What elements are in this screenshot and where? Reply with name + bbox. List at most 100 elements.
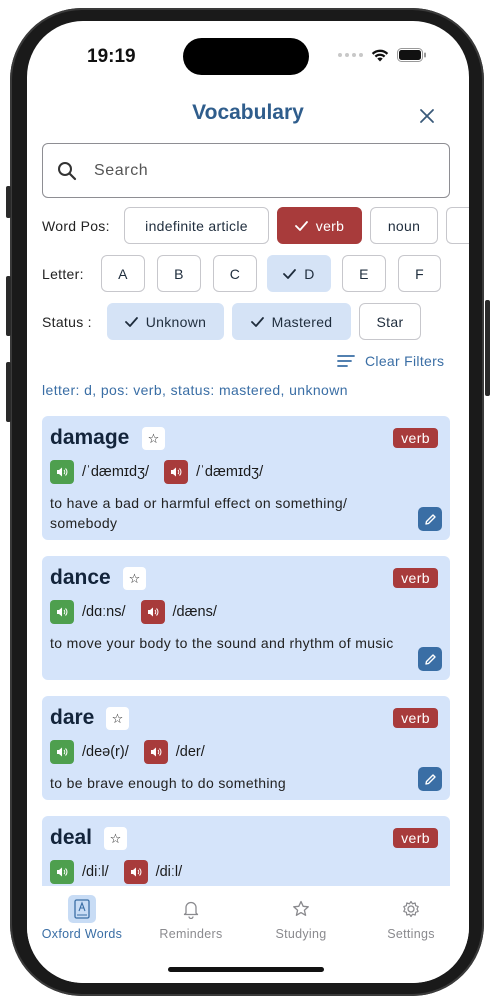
volume-down-button [6,362,11,422]
definition: to be brave enough to do something [50,775,287,791]
home-indicator [168,967,324,972]
page-title: Vocabulary [192,101,304,124]
word-card[interactable]: damage ☆ verb /ˈdæmɪdʒ/ /ˈdæmɪdʒ/ to hav… [42,416,450,540]
wifi-icon [371,49,389,62]
dynamic-island [183,38,309,75]
tab-studying[interactable]: Studying [246,895,356,941]
letter-chip-c[interactable]: C [213,255,257,292]
status-filter-row: Status : Unknown Mastered Star [42,303,452,341]
tab-label: Settings [387,927,435,941]
search-input[interactable] [94,161,394,180]
word-card[interactable]: dance ☆ verb /dɑːns/ /dæns/ to move your… [42,556,450,680]
us-phonetic: /der/ [175,744,205,760]
pos-badge: verb [393,568,438,588]
status-chip-unknown[interactable]: Unknown [107,303,224,340]
uk-speaker-icon[interactable] [50,460,74,484]
word-title: dance [50,566,111,589]
word-title: deal [50,826,93,849]
letter-chip-a[interactable]: A [101,255,145,292]
tab-oxford-words[interactable]: Oxford Words [27,895,137,941]
status-chip-mastered[interactable]: Mastered [232,303,351,340]
chip-label: A [118,265,128,282]
phonetics-row: /dɑːns/ /dæns/ [50,600,217,624]
uk-phonetic: /deə(r)/ [82,744,129,760]
word-card[interactable]: deal ☆ verb /diːl/ /diːl/ [42,816,450,886]
chip-label: Unknown [145,313,207,330]
checkmark-icon [250,316,264,327]
pos-filter-label: Word Pos: [42,218,110,234]
pos-chip-verb[interactable]: verb [277,207,362,244]
cellular-signal-icon [338,53,363,57]
letter-chip-b[interactable]: B [157,255,201,292]
uk-phonetic: /diːl/ [82,864,109,880]
clear-filters-button[interactable]: Clear Filters [337,353,444,369]
phonetics-row: /deə(r)/ /der/ [50,740,205,764]
star-toggle-icon[interactable]: ☆ [142,427,165,450]
pos-chip-overflow[interactable] [446,207,469,244]
star-icon [287,895,315,923]
volume-up-button [6,276,11,336]
status-chip-star[interactable]: Star [359,303,421,340]
checkmark-icon [294,220,308,231]
close-icon[interactable] [416,105,438,127]
uk-speaker-icon[interactable] [50,860,74,884]
tab-label: Studying [275,927,327,941]
chip-label: noun [387,217,421,234]
app-screen: 19:19 Vocabulary Word Pos: [27,21,469,983]
search-field[interactable] [42,143,450,198]
pos-chip-noun[interactable]: noun [370,207,438,244]
pos-badge: verb [393,428,438,448]
chip-label: D [304,265,315,282]
us-speaker-icon[interactable] [123,860,148,884]
phonetics-row: /ˈdæmɪdʒ/ /ˈdæmɪdʒ/ [50,460,263,484]
chip-label: E [359,265,369,282]
star-toggle-icon[interactable]: ☆ [106,707,129,730]
edit-pencil-icon[interactable] [418,647,442,671]
chip-label: indefinite article [145,217,248,234]
word-title: damage [50,426,130,449]
pos-chip-indefinite-article[interactable]: indefinite article [124,207,269,244]
tab-label: Oxford Words [41,927,123,941]
us-speaker-icon[interactable] [164,460,189,484]
word-list[interactable]: damage ☆ verb /ˈdæmɪdʒ/ /ˈdæmɪdʒ/ to hav… [42,416,450,886]
checkmark-icon [124,316,138,327]
phonetics-row: /diːl/ /diːl/ [50,860,182,884]
checkmark-icon [283,268,297,279]
tab-settings[interactable]: Settings [356,895,466,941]
active-filters-summary: letter: d, pos: verb, status: mastered, … [42,382,348,398]
pos-badge: verb [393,708,438,728]
battery-icon [397,48,426,62]
uk-phonetic: /ˈdæmɪdʒ/ [82,464,150,480]
gear-icon [397,895,425,923]
uk-speaker-icon[interactable] [50,740,74,764]
definition: to have a bad or harmful effect on somet… [50,495,348,531]
us-speaker-icon[interactable] [140,600,165,624]
letter-chip-e[interactable]: E [342,255,386,292]
chip-label: C [229,265,241,282]
edit-pencil-icon[interactable] [418,767,442,791]
power-button [485,300,490,396]
chip-label: Star [376,313,404,330]
letter-chip-d[interactable]: D [267,255,331,292]
uk-speaker-icon[interactable] [50,600,74,624]
search-icon [58,161,77,180]
word-card[interactable]: dare ☆ verb /deə(r)/ /der/ to be brave e… [42,696,450,800]
status-icons [338,48,427,62]
status-filter-label: Status : [42,314,92,330]
chip-label: Mastered [271,313,333,330]
pos-badge: verb [393,828,438,848]
book-icon [68,895,96,923]
star-toggle-icon[interactable]: ☆ [123,567,146,590]
uk-phonetic: /dɑːns/ [82,604,126,620]
star-toggle-icon[interactable]: ☆ [104,827,127,850]
pos-filter-row: Word Pos: indefinite article verb noun [42,207,469,245]
word-title: dare [50,706,95,729]
tab-reminders[interactable]: Reminders [136,895,246,941]
us-phonetic: /ˈdæmɪdʒ/ [196,464,264,480]
us-speaker-icon[interactable] [143,740,168,764]
status-bar: 19:19 [27,21,469,83]
letter-filter-row: Letter: A B C D E F [42,255,462,293]
mute-switch [6,186,11,218]
letter-chip-f[interactable]: F [398,255,441,292]
edit-pencil-icon[interactable] [418,507,442,531]
